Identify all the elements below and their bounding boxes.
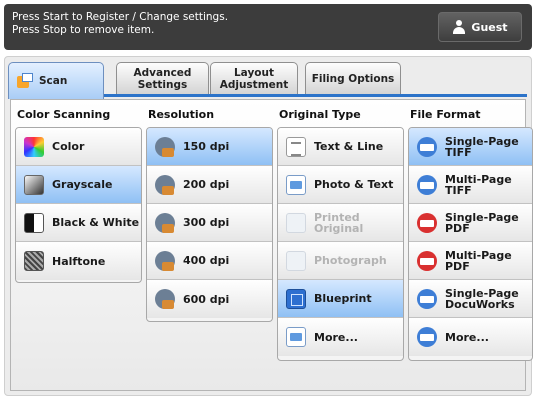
option-label: Photograph [314, 254, 387, 267]
option-single-page-tiff[interactable]: Single-Page TIFF [409, 128, 532, 166]
option-grayscale[interactable]: Grayscale [16, 166, 141, 204]
option-label: Text & Line [314, 140, 384, 153]
original-type-heading: Original Type [279, 108, 361, 121]
option-blueprint[interactable]: Blueprint [278, 280, 403, 318]
color-icon [24, 136, 44, 157]
printed-original-icon [286, 212, 306, 233]
tab-label-line2: Settings [137, 78, 188, 91]
more-icon [417, 327, 437, 347]
option-label: 600 dpi [183, 292, 230, 306]
option-printed-original[interactable]: Printed Original [278, 204, 403, 242]
blueprint-icon [286, 288, 306, 309]
message-bar: Press Start to Register / Change setting… [4, 4, 532, 50]
message-line-2: Press Stop to remove item. [12, 24, 155, 36]
option-label: Blueprint [314, 292, 372, 305]
option-label-line2: DocuWorks [445, 297, 515, 311]
option-single-page-pdf[interactable]: Single-Page PDF [409, 204, 532, 242]
option-label: Black & White [52, 216, 140, 229]
guest-button[interactable]: Guest [438, 12, 522, 42]
option-black-white[interactable]: Black & White [16, 204, 141, 242]
halftone-icon [24, 251, 44, 271]
pdf-icon [417, 212, 437, 233]
option-600-dpi[interactable]: 600 dpi [147, 280, 272, 318]
tab-filing-options[interactable]: Filing Options [305, 62, 401, 94]
option-label-line2: TIFF [445, 145, 472, 159]
option-text-line[interactable]: Text & Line [278, 128, 403, 166]
option-label-line2: PDF [445, 221, 470, 235]
resolution-icon [155, 289, 175, 309]
option-400-dpi[interactable]: 400 dpi [147, 242, 272, 280]
tab-layout-adjustment-label: Layout Adjustment [220, 67, 289, 91]
option-label: 200 dpi [183, 178, 230, 191]
option-label: Printed Original [314, 210, 364, 235]
option-label: Multi-Page PDF [445, 250, 512, 272]
grayscale-icon [24, 174, 44, 195]
color-scanning-group: Color Grayscale Black & White Halftone [15, 127, 142, 283]
tab-scan[interactable]: Scan [8, 62, 104, 99]
docuworks-icon [417, 288, 437, 309]
option-label: 300 dpi [183, 216, 230, 229]
option-label-line2: TIFF [445, 183, 472, 197]
option-single-page-docuworks[interactable]: Single-Page DocuWorks [409, 280, 532, 318]
tab-advanced-settings[interactable]: Advanced Settings [116, 62, 209, 94]
option-file-format-more[interactable]: More... [409, 318, 532, 356]
option-halftone[interactable]: Halftone [16, 242, 141, 280]
more-icon [286, 327, 306, 347]
option-200-dpi[interactable]: 200 dpi [147, 166, 272, 204]
option-label: Single-Page TIFF [445, 136, 519, 158]
option-label: 150 dpi [183, 140, 230, 153]
file-format-heading: File Format [410, 108, 481, 121]
resolution-group: 150 dpi 200 dpi 300 dpi 400 dpi 600 dpi [146, 127, 273, 322]
option-multi-page-tiff[interactable]: Multi-Page TIFF [409, 166, 532, 204]
black-white-icon [24, 212, 44, 233]
tab-label-line1: Advanced [133, 66, 192, 79]
option-150-dpi[interactable]: 150 dpi [147, 128, 272, 166]
tab-label-line1: Layout [233, 66, 274, 79]
message-line-1: Press Start to Register / Change setting… [12, 11, 229, 23]
file-format-group: Single-Page TIFF Multi-Page TIFF Single-Pa… [408, 127, 533, 361]
tab-advanced-settings-label: Advanced Settings [134, 67, 192, 91]
option-label: Color [52, 140, 85, 153]
option-label: Photo & Text [314, 178, 394, 191]
option-label: Single-Page DocuWorks [445, 288, 519, 310]
option-label: More... [445, 330, 489, 344]
pdf-icon [417, 250, 437, 271]
message-text: Press Start to Register / Change setting… [12, 11, 342, 37]
option-color[interactable]: Color [16, 128, 141, 166]
tab-layout-adjustment[interactable]: Layout Adjustment [210, 62, 298, 94]
option-multi-page-pdf[interactable]: Multi-Page PDF [409, 242, 532, 280]
resolution-icon [155, 212, 175, 233]
tiff-icon [417, 174, 437, 195]
option-photograph[interactable]: Photograph [278, 242, 403, 280]
option-label-line2: PDF [445, 259, 470, 273]
guest-label: Guest [471, 20, 508, 34]
tab-filing-options-label: Filing Options [311, 72, 395, 85]
resolution-heading: Resolution [148, 108, 215, 121]
option-label: 400 dpi [183, 254, 230, 267]
resolution-icon [155, 250, 175, 271]
user-icon [452, 20, 466, 34]
tab-scan-label: Scan [39, 75, 68, 87]
option-label: Halftone [52, 254, 106, 268]
option-label: Multi-Page TIFF [445, 174, 512, 196]
resolution-icon [155, 136, 175, 157]
photo-text-icon [286, 174, 306, 195]
scan-icon [17, 73, 33, 89]
color-scanning-heading: Color Scanning [17, 108, 111, 121]
option-label: Single-Page PDF [445, 212, 519, 234]
option-label: Grayscale [52, 178, 113, 191]
photograph-icon [286, 250, 306, 271]
tab-label-line2: Adjustment [219, 78, 289, 91]
tiff-icon [417, 136, 437, 157]
original-type-group: Text & Line Photo & Text Printed Origina… [277, 127, 404, 361]
resolution-icon [155, 174, 175, 195]
text-line-icon [286, 136, 306, 157]
option-label: More... [314, 330, 358, 344]
option-300-dpi[interactable]: 300 dpi [147, 204, 272, 242]
option-original-type-more[interactable]: More... [278, 318, 403, 356]
option-photo-text[interactable]: Photo & Text [278, 166, 403, 204]
